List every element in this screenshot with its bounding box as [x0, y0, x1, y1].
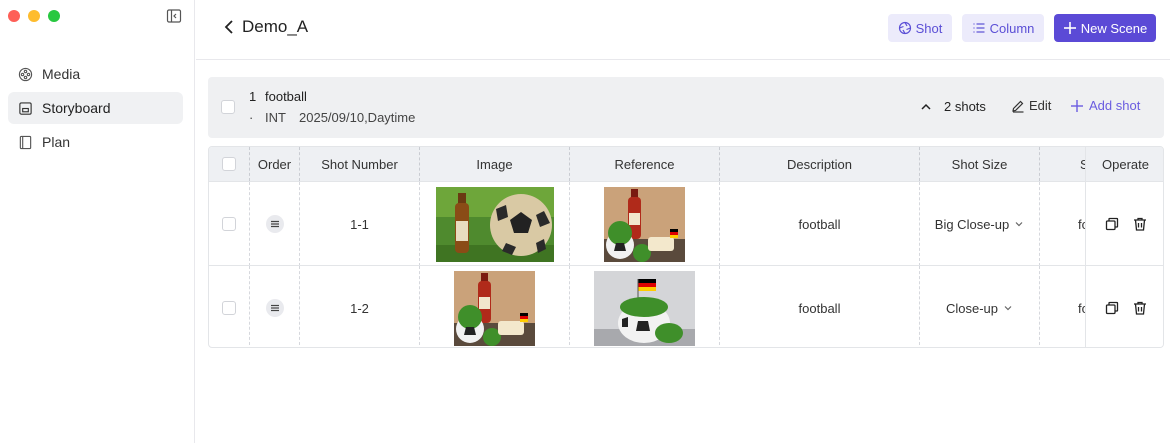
chevron-down-icon [1015, 222, 1023, 227]
window-controls [8, 10, 60, 22]
add-shot-button[interactable]: Add shot [1070, 98, 1140, 113]
shot-table: Order Shot Number Image Reference Descri… [208, 146, 1164, 348]
select-all-cell [209, 147, 249, 181]
shot-count: 2 shots [944, 99, 986, 114]
collapse-shots-toggle[interactable]: 2 shots [920, 99, 986, 114]
minimize-window-button[interactable] [28, 10, 40, 22]
row-checkbox[interactable] [222, 301, 236, 315]
plus-icon [1063, 22, 1076, 34]
row-select-cell [209, 182, 249, 266]
shot-image[interactable] [454, 270, 535, 346]
column-header-order[interactable]: Order [249, 147, 299, 181]
shot-number-cell: 1-2 [299, 266, 419, 347]
shot-icon [898, 21, 911, 35]
reference-image[interactable] [604, 186, 685, 262]
pencil-icon [1012, 100, 1024, 113]
table-row: 1-1 football Big Close-up f [209, 181, 1163, 266]
scene-header: 1 football · INT 2025/09/10,Daytime 2 sh… [208, 77, 1164, 138]
scene-int-ext: INT [265, 110, 286, 125]
document-icon [19, 135, 32, 149]
new-scene-button[interactable]: New Scene [1054, 14, 1156, 42]
partial-cell: fo [1039, 266, 1086, 347]
description-cell[interactable]: football [719, 266, 919, 347]
description-cell[interactable]: football [719, 182, 919, 266]
back-button[interactable]: Demo_A [222, 17, 308, 37]
sidebar-nav: Media Storyboard Plan [8, 58, 183, 160]
shot-size-select[interactable]: Close-up [946, 301, 1013, 316]
drag-handle-icon [270, 220, 279, 228]
shot-size-cell: Big Close-up [919, 182, 1039, 266]
shot-button-label: Shot [915, 20, 943, 36]
column-header-description[interactable]: Description [719, 147, 919, 181]
reference-cell[interactable] [569, 182, 719, 266]
operate-cell [1085, 182, 1163, 266]
column-header-shot-number[interactable]: Shot Number [299, 147, 419, 181]
shot-button[interactable]: Shot [888, 14, 952, 42]
copy-icon[interactable] [1104, 300, 1120, 316]
edit-scene-button[interactable]: Edit [1011, 98, 1051, 113]
shot-image[interactable] [435, 186, 554, 262]
trash-icon[interactable] [1132, 216, 1148, 232]
scene-checkbox[interactable] [221, 100, 235, 114]
close-window-button[interactable] [8, 10, 20, 22]
row-select-cell [209, 266, 249, 347]
partial-cell: fo [1039, 182, 1086, 266]
plus-icon [1071, 99, 1083, 112]
sidebar-item-label: Media [42, 66, 81, 82]
image-cell[interactable] [419, 182, 569, 266]
chevron-up-icon [921, 103, 931, 110]
shot-size-value: Big Close-up [934, 216, 1010, 232]
storyboard-icon [19, 101, 32, 115]
column-header-partial[interactable]: S [1039, 147, 1086, 181]
column-button-label: Column [989, 20, 1035, 36]
add-shot-label: Add shot [1089, 98, 1141, 113]
image-cell[interactable] [419, 266, 569, 347]
sidebar-item-plan[interactable]: Plan [8, 126, 183, 158]
new-scene-button-label: New Scene [1080, 20, 1148, 36]
column-header-shot-size[interactable]: Shot Size [919, 147, 1039, 181]
copy-icon[interactable] [1104, 216, 1120, 232]
shot-size-cell: Close-up [919, 266, 1039, 347]
scene-number: 1 [249, 89, 257, 104]
sidebar-item-storyboard[interactable]: Storyboard [8, 92, 183, 124]
row-checkbox[interactable] [222, 217, 236, 231]
shot-number-cell: 1-1 [299, 182, 419, 266]
column-header-operate: Operate [1085, 147, 1163, 181]
reference-image[interactable] [594, 270, 695, 346]
edit-label: Edit [1029, 98, 1052, 113]
page-title: Demo_A [242, 17, 309, 36]
sidebar-item-label: Storyboard [42, 100, 111, 116]
column-button[interactable]: Column [962, 14, 1044, 42]
sidebar-toggle-icon[interactable] [166, 8, 182, 24]
sidebar-item-media[interactable]: Media [8, 58, 183, 90]
shot-size-value: Close-up [945, 300, 999, 316]
top-bar: Demo_A Shot Column New Scene [196, 0, 1170, 60]
select-all-checkbox[interactable] [222, 157, 236, 171]
operate-cell [1085, 266, 1163, 347]
chevron-left-icon [224, 20, 233, 34]
zoom-window-button[interactable] [48, 10, 60, 22]
sidebar-item-label: Plan [42, 134, 71, 150]
trash-icon[interactable] [1132, 300, 1148, 316]
scene-separator: · [249, 110, 254, 125]
column-header-reference[interactable]: Reference [569, 147, 719, 181]
reference-cell[interactable] [569, 266, 719, 347]
order-cell [249, 266, 299, 347]
film-reel-icon [18, 67, 33, 81]
scene-date-time: 2025/09/10,Daytime [299, 110, 416, 125]
column-header-image[interactable]: Image [419, 147, 569, 181]
order-cell [249, 182, 299, 266]
sidebar: Media Storyboard Plan [0, 0, 195, 443]
drag-handle[interactable] [265, 215, 284, 233]
scene-title: football [265, 89, 307, 104]
chevron-down-icon [1004, 306, 1012, 311]
table-header: Order Shot Number Image Reference Descri… [209, 147, 1163, 181]
drag-handle-icon [270, 304, 279, 312]
drag-handle[interactable] [265, 299, 284, 317]
shot-size-select[interactable]: Big Close-up [935, 217, 1024, 232]
table-row: 1-2 football Close-up f [209, 265, 1163, 347]
list-icon [973, 23, 985, 33]
